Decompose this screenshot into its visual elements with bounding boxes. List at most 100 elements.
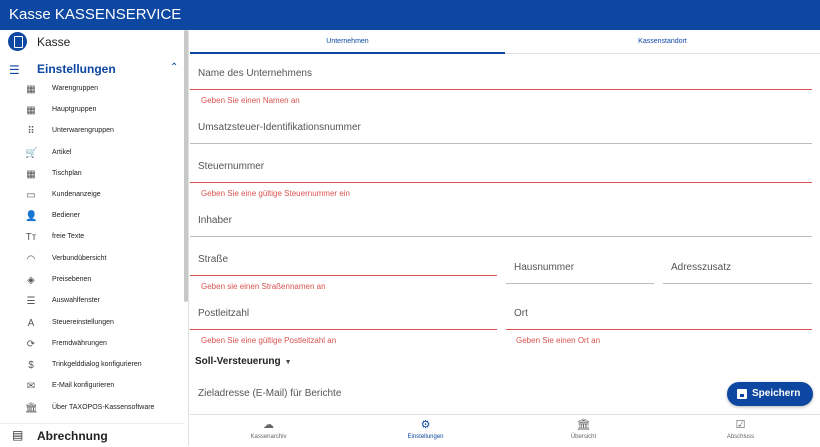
chevron-up-icon: ⌃ bbox=[170, 62, 179, 73]
currency-exchange-icon: ⟳ bbox=[26, 339, 36, 350]
field-underline bbox=[190, 329, 497, 330]
field-label: Steuernummer bbox=[198, 161, 265, 172]
tab-bar: Unternehmen Kassenstandort bbox=[190, 30, 820, 54]
menu-lines-icon: ☰ bbox=[26, 296, 36, 307]
field-label: Straße bbox=[198, 254, 229, 265]
tax-number-error: Geben Sie eine gültige Steuernummer ein bbox=[201, 189, 350, 198]
field-underline bbox=[190, 89, 812, 90]
bottom-nav-uebersicht[interactable]: 🏛 Übersicht bbox=[505, 415, 662, 447]
sidebar-item-label: Bediener bbox=[52, 212, 81, 219]
sidebar-item-warengruppen[interactable]: ▦ Warengruppen bbox=[0, 80, 185, 101]
sidebar-item-email[interactable]: ✉ E-Mail konfigurieren bbox=[0, 377, 185, 398]
city-error: Geben Sie einen Ort an bbox=[516, 336, 601, 345]
address-extra-field[interactable]: Adresszusatz bbox=[663, 254, 812, 284]
sidebar-item-label: Abrechnung bbox=[37, 429, 108, 443]
sidebar-item-kundenanzeige[interactable]: ▭ Kundenanzeige bbox=[0, 186, 185, 207]
caret-down-icon: ▼ bbox=[284, 359, 292, 366]
sidebar-item-label: Auswahlfenster bbox=[52, 297, 100, 304]
grid-icon: ▦ bbox=[26, 84, 36, 95]
sidebar-item-ueber[interactable]: 🏛 Über TAXOPOS-Kassensoftware bbox=[0, 399, 185, 420]
taxation-select[interactable]: Soll-Versteuerung ▼ bbox=[195, 356, 292, 367]
vat-id-field[interactable]: Umsatzsteuer-Identifikationsnummer bbox=[190, 114, 812, 144]
sidebar-item-freie-texte[interactable]: Tт freie Texte bbox=[0, 228, 185, 249]
sidebar-item-unterwarengruppen[interactable]: ⠿ Unterwarengruppen bbox=[0, 122, 185, 143]
app-title: Kasse KASSENSERVICE bbox=[9, 6, 182, 23]
app-bar: Kasse KASSENSERVICE bbox=[0, 0, 820, 30]
sidebar-item-label: Über TAXOPOS-Kassensoftware bbox=[52, 404, 155, 411]
sidebar-item-label: Warengruppen bbox=[52, 85, 99, 92]
gear-icon: ⚙ bbox=[420, 419, 431, 431]
sidebar-item-label: Einstellungen bbox=[37, 62, 116, 76]
sidebar-item-trinkgelddialog[interactable]: $ Trinkgelddialog konfigurieren bbox=[0, 356, 185, 377]
save-button-label: Speichern bbox=[752, 388, 801, 399]
sidebar-item-hauptgruppen[interactable]: ▦ Hauptgruppen bbox=[0, 101, 185, 122]
text-size-icon: Tт bbox=[25, 232, 37, 243]
sidebar-item-steuereinstellungen[interactable]: A Steuereinstellungen bbox=[0, 314, 185, 335]
person-icon: 👤 bbox=[25, 211, 38, 222]
field-label: Umsatzsteuer-Identifikationsnummer bbox=[198, 122, 361, 133]
sidebar-item-kasse[interactable]: Kasse bbox=[0, 30, 185, 54]
city-field[interactable]: Ort bbox=[506, 300, 812, 330]
field-underline bbox=[190, 275, 497, 276]
field-label: Postleitzahl bbox=[198, 308, 250, 319]
field-label: Inhaber bbox=[198, 215, 232, 226]
owner-field[interactable]: Inhaber bbox=[190, 207, 812, 237]
sidebar-item-label: Trinkgelddialog konfigurieren bbox=[52, 361, 142, 368]
sidebar-item-tischplan[interactable]: ▦ Tischplan bbox=[0, 165, 185, 186]
tax-number-field[interactable]: Steuernummer bbox=[190, 153, 812, 183]
floppy-disk-icon bbox=[737, 389, 747, 399]
sidebar-item-label: freie Texte bbox=[52, 233, 85, 240]
bank-icon: 🏛 bbox=[576, 419, 591, 431]
taxation-select-value: Soll-Versteuerung bbox=[195, 356, 281, 367]
sidebar-item-artikel[interactable]: 🛒 Artikel bbox=[0, 144, 185, 165]
field-label: Zieladresse (E-Mail) für Berichte bbox=[198, 388, 342, 399]
bottom-nav-label: Kassenarchiv bbox=[250, 434, 287, 440]
bottom-nav-label: Einstellungen bbox=[407, 434, 444, 440]
tab-kassenstandort[interactable]: Kassenstandort bbox=[505, 30, 820, 54]
sidebar-item-fremdwaehrungen[interactable]: ⟳ Fremdwährungen bbox=[0, 335, 185, 356]
bottom-nav-label: Abschluss bbox=[726, 434, 755, 440]
save-button[interactable]: Speichern bbox=[727, 382, 813, 406]
report-email-field[interactable]: Zieladresse (E-Mail) für Berichte bbox=[190, 380, 720, 410]
sidebar-item-label: Tischplan bbox=[52, 170, 82, 177]
bottom-nav-einstellungen[interactable]: ⚙ Einstellungen bbox=[347, 415, 504, 447]
sidebar-item-preisebenen[interactable]: ◈ Preisebenen bbox=[0, 271, 185, 292]
field-underline bbox=[663, 283, 812, 284]
checkbox-icon: ☑ bbox=[735, 419, 746, 431]
bottom-navigation: ☁ Kassenarchiv ⚙ Einstellungen 🏛 Übersic… bbox=[190, 414, 820, 446]
bottom-nav-label: Übersicht bbox=[570, 434, 597, 440]
sidebar-item-label: Preisebenen bbox=[52, 276, 92, 283]
font-icon: A bbox=[27, 318, 35, 329]
grid-icon: ▦ bbox=[26, 105, 36, 116]
receipt-icon: ▤ bbox=[12, 428, 24, 442]
table-grid-icon: ▦ bbox=[26, 169, 36, 180]
field-label: Hausnummer bbox=[514, 262, 575, 273]
bank-icon: 🏛 bbox=[25, 403, 38, 414]
field-underline bbox=[506, 283, 654, 284]
sidebar-item-bediener[interactable]: 👤 Bediener bbox=[0, 207, 185, 228]
field-label: Name des Unternehmens bbox=[198, 68, 312, 79]
house-number-field[interactable]: Hausnummer bbox=[506, 254, 654, 284]
sidebar-item-label: Fremdwährungen bbox=[52, 340, 107, 347]
register-icon bbox=[8, 32, 27, 51]
field-label: Ort bbox=[514, 308, 528, 319]
cloud-icon: ☁ bbox=[263, 419, 274, 431]
sidebar-item-label: Kasse bbox=[37, 35, 71, 49]
street-field[interactable]: Straße bbox=[190, 246, 497, 276]
sidebar-item-verbunduebersicht[interactable]: ◠ Verbundübersicht bbox=[0, 250, 185, 271]
sidebar-item-abrechnung[interactable]: ▤ Abrechnung bbox=[0, 423, 185, 446]
layers-icon: ◈ bbox=[27, 275, 35, 286]
sidebar: Kasse ☰ Einstellungen ⌃ ▦ Warengruppen ▦… bbox=[0, 30, 189, 446]
monitor-icon: ▭ bbox=[26, 190, 36, 201]
bottom-nav-abschluss[interactable]: ☑ Abschluss bbox=[662, 415, 819, 447]
tab-unternehmen[interactable]: Unternehmen bbox=[190, 30, 505, 54]
sidebar-item-einstellungen[interactable]: ☰ Einstellungen ⌃ bbox=[0, 57, 185, 81]
field-underline bbox=[190, 182, 812, 183]
postal-code-field[interactable]: Postleitzahl bbox=[190, 300, 497, 330]
bottom-nav-kassenarchiv[interactable]: ☁ Kassenarchiv bbox=[190, 415, 347, 447]
sidebar-item-auswahlfenster[interactable]: ☰ Auswahlfenster bbox=[0, 292, 185, 313]
sidebar-item-label: Verbundübersicht bbox=[52, 255, 107, 262]
settings-list-icon: ☰ bbox=[9, 63, 20, 77]
company-name-field[interactable]: Name des Unternehmens bbox=[190, 60, 812, 90]
field-underline bbox=[190, 143, 812, 144]
